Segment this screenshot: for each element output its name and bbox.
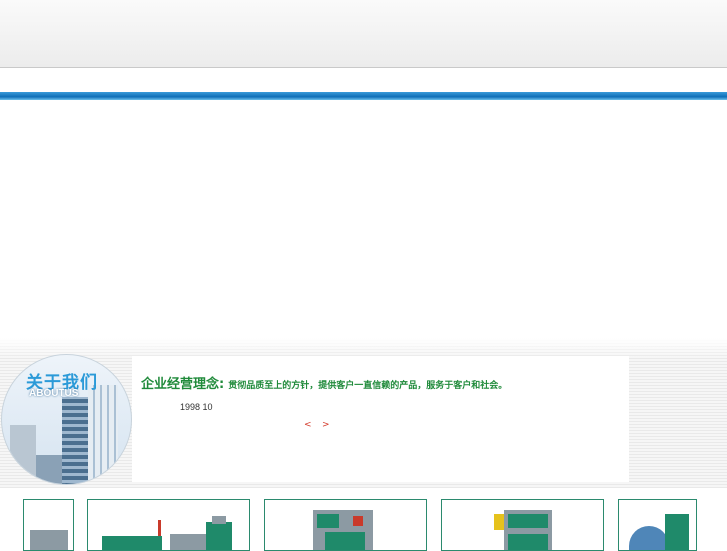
machine-part-shape [158, 520, 161, 536]
machine-icon [30, 530, 68, 550]
machine-part-shape [353, 516, 363, 526]
product-card[interactable] [87, 499, 250, 551]
company-philosophy: 企业经营理念: 贯彻品质至上的方针，提供客户一直信赖的产品，服务于客户和社会。 [141, 373, 507, 392]
about-section-fade [0, 338, 727, 358]
product-card[interactable] [23, 499, 74, 551]
machine-part-shape [170, 534, 210, 550]
machine-part-shape [325, 532, 365, 550]
product-card[interactable] [441, 499, 604, 551]
machine-part-shape [508, 534, 548, 550]
building-shape [36, 455, 64, 484]
product-card[interactable] [618, 499, 697, 551]
founded-text: 1998 10 [180, 402, 213, 412]
prev-arrow-button[interactable]: < [304, 420, 312, 430]
about-us-image[interactable]: 关于我们 ABOUTUS [1, 354, 132, 485]
machine-icon [102, 536, 162, 550]
building-shape [62, 397, 88, 484]
header-divider [0, 92, 727, 100]
product-card[interactable] [264, 499, 427, 551]
building-shape [88, 385, 118, 484]
philosophy-text: 贯彻品质至上的方针，提供客户一直信赖的产品，服务于客户和社会。 [228, 381, 508, 391]
about-us-subtitle: ABOUTUS [29, 388, 79, 399]
machine-icon [494, 514, 504, 530]
building-shape [10, 425, 36, 484]
machine-part-shape [317, 514, 339, 528]
nav-bar [0, 68, 727, 92]
machine-part-shape [508, 514, 548, 528]
header-bar [0, 0, 727, 68]
banner-area [0, 100, 727, 338]
machine-part-shape [206, 522, 232, 550]
philosophy-label: 企业经营理念: [141, 377, 225, 392]
machine-icon [629, 526, 669, 550]
next-arrow-button[interactable]: > [322, 420, 330, 430]
machine-part-shape [212, 516, 226, 524]
